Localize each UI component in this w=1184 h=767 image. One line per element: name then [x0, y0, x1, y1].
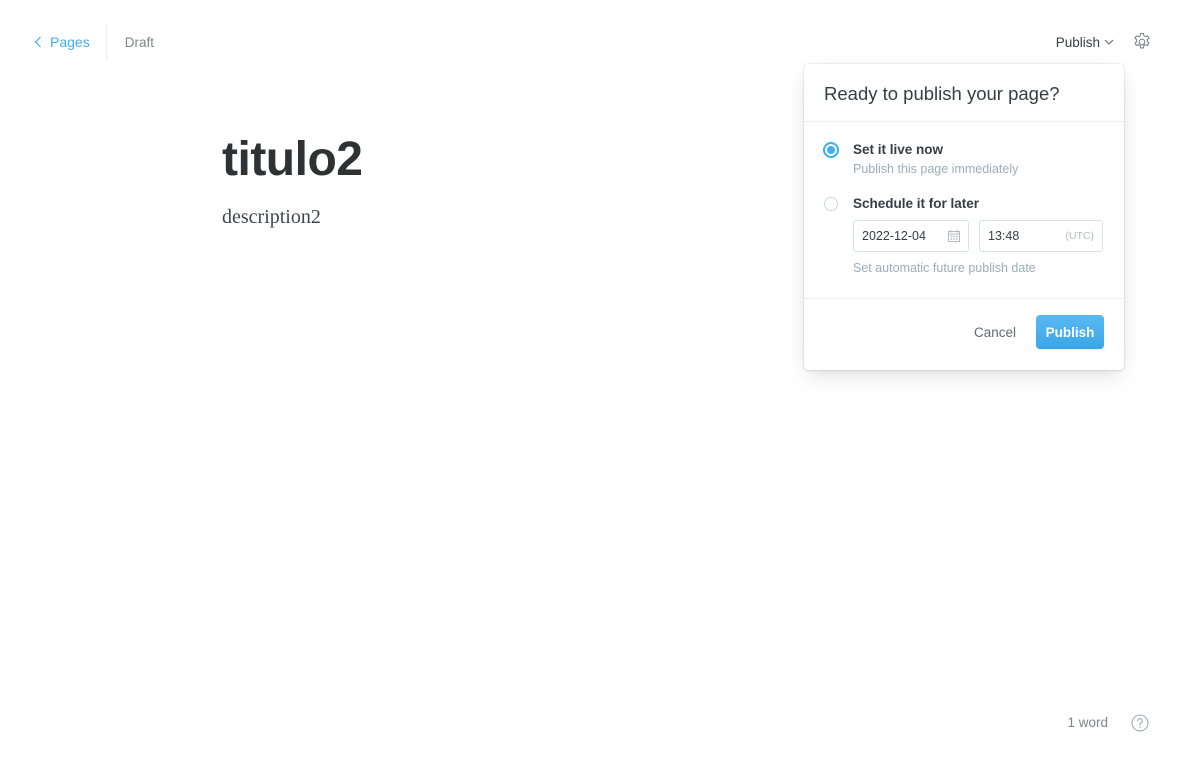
cancel-button[interactable]: Cancel — [974, 325, 1016, 340]
calendar-icon — [948, 230, 960, 242]
time-input[interactable]: 13:48 (UTC) — [979, 220, 1103, 252]
top-bar-left: Pages Draft — [34, 24, 154, 60]
radio-schedule-later[interactable] — [824, 197, 838, 211]
date-value: 2022-12-04 — [862, 229, 926, 243]
publish-button[interactable]: Publish — [1036, 315, 1104, 349]
question-circle-icon — [1131, 714, 1149, 732]
schedule-inputs: 2022-12-04 13:48 (UTC) — [853, 220, 1103, 252]
radio-publish-now[interactable] — [823, 142, 839, 158]
option-now-label: Set it live now — [853, 142, 944, 157]
publish-trigger-label: Publish — [1055, 34, 1100, 50]
option-later-label: Schedule it for later — [853, 196, 980, 211]
post-body[interactable]: description2 — [222, 206, 362, 229]
popover-title: Ready to publish your page? — [824, 82, 1060, 104]
option-later-description: Set automatic future publish date — [853, 261, 1036, 275]
option-now-description: Publish this page immediately — [853, 162, 1019, 176]
settings-button[interactable] — [1132, 32, 1152, 52]
editor: titulo2 description2 — [222, 130, 363, 229]
publish-menu-trigger[interactable]: Publish — [1056, 35, 1114, 50]
popover-header: Ready to publish your page? — [804, 64, 1124, 122]
date-input[interactable]: 2022-12-04 — [853, 220, 969, 252]
post-status: Draft — [124, 34, 154, 50]
gear-icon — [1134, 32, 1150, 49]
back-link-label: Pages — [50, 34, 90, 50]
publish-options: Set it live now Publish this page immedi… — [804, 122, 1124, 299]
option-schedule-later[interactable]: Schedule it for later 2022-12-04 13:48 (… — [824, 196, 1104, 275]
publish-popover: Ready to publish your page? Set it live … — [804, 64, 1124, 370]
option-publish-now[interactable]: Set it live now Publish this page immedi… — [823, 142, 1104, 176]
post-title[interactable]: titulo2 — [222, 130, 363, 190]
time-value: 13:48 — [988, 229, 1020, 243]
chevron-down-icon — [1104, 39, 1114, 45]
popover-footer: Cancel Publish — [804, 299, 1124, 349]
word-count: 1 word — [1067, 715, 1108, 730]
timezone-label: (UTC) — [1065, 230, 1094, 242]
chevron-left-icon — [34, 36, 41, 48]
help-button[interactable] — [1131, 714, 1149, 732]
back-to-pages-link[interactable]: Pages — [34, 24, 107, 60]
top-bar-right: Publish — [1056, 30, 1152, 54]
